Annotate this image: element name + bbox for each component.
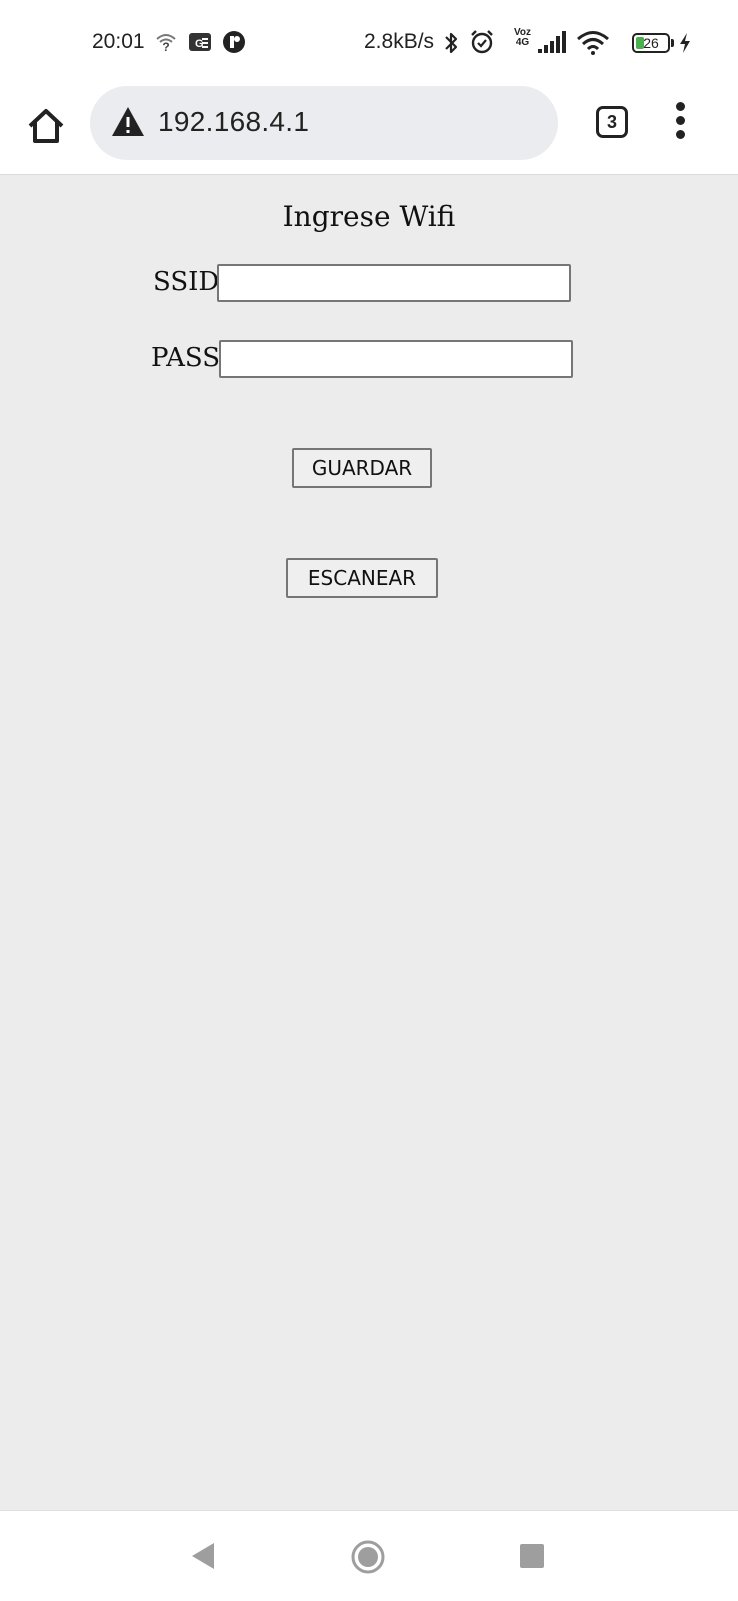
url-text[interactable]: 192.168.4.1 <box>158 106 309 138</box>
home-circle-icon[interactable] <box>350 1539 386 1575</box>
browser-toolbar: 192.168.4.1 3 <box>0 86 738 175</box>
battery-icon: 26 <box>632 33 670 53</box>
app-circle-icon <box>223 31 245 53</box>
alarm-icon <box>471 30 493 54</box>
address-bar[interactable]: 192.168.4.1 <box>90 86 558 160</box>
scan-button[interactable]: ESCANEAR <box>286 558 438 598</box>
recents-icon[interactable] <box>520 1544 544 1568</box>
status-time: 20:01 <box>92 30 145 53</box>
news-icon: G <box>189 33 211 51</box>
signal-icon <box>538 31 566 53</box>
ssid-label: SSID <box>153 267 220 297</box>
svg-text:?: ? <box>162 40 169 52</box>
charging-icon <box>680 33 690 53</box>
pass-input[interactable] <box>219 340 573 378</box>
not-secure-warning-icon[interactable] <box>110 104 146 140</box>
bluetooth-icon <box>445 32 458 54</box>
web-page: Ingrese Wifi SSID PASS GUARDAR ESCANEAR <box>0 175 738 1510</box>
ssid-input[interactable] <box>217 264 571 302</box>
wifi-icon <box>577 31 609 55</box>
status-bar: 20:01 ? G 2.8kB/s Voz 4G 26 <box>0 0 738 86</box>
volte-indicator: Voz 4G <box>514 27 532 48</box>
home-icon[interactable] <box>24 104 68 148</box>
page-title: Ingrese Wifi <box>282 200 456 233</box>
save-button[interactable]: GUARDAR <box>292 448 432 488</box>
system-nav-bar <box>0 1510 738 1601</box>
network-speed: 2.8kB/s <box>364 30 435 53</box>
pass-label: PASS <box>151 343 221 373</box>
wifi-question-icon: ? <box>156 34 176 52</box>
more-menu-icon[interactable] <box>672 102 688 144</box>
battery-nub <box>671 39 674 47</box>
tabs-icon[interactable]: 3 <box>596 106 628 138</box>
battery-level: 26 <box>643 35 659 51</box>
back-icon[interactable] <box>190 1541 216 1571</box>
